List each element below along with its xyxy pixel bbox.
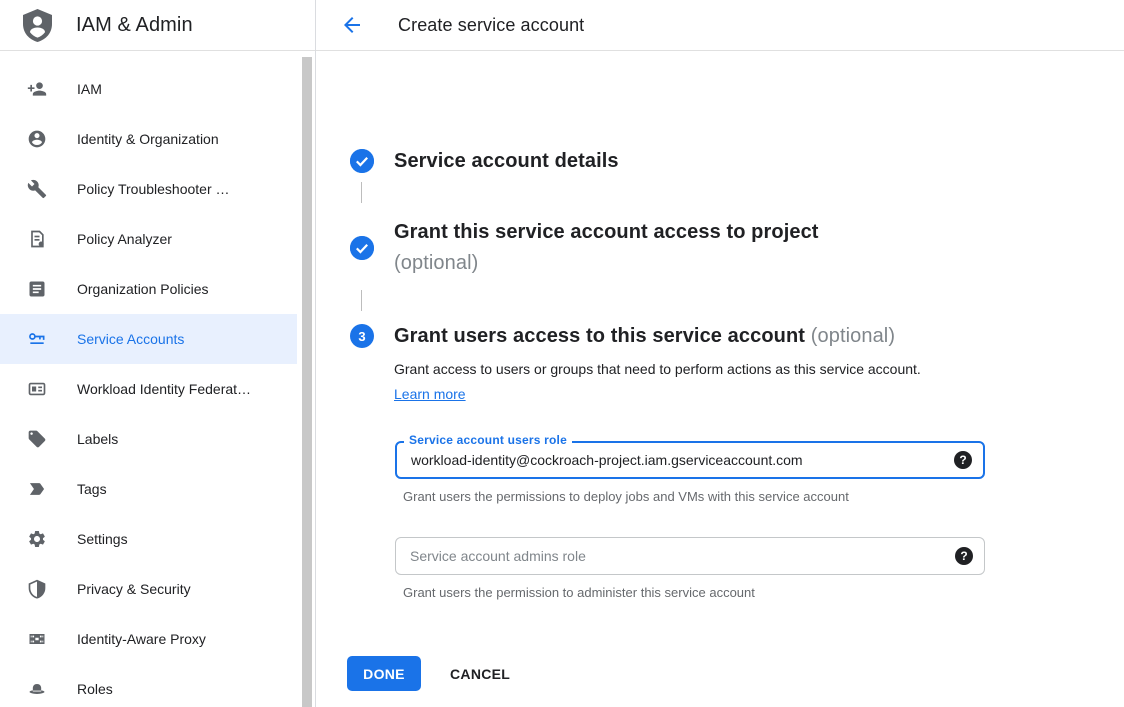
shield-half-icon — [27, 579, 47, 599]
tag-icon — [27, 429, 47, 449]
sidebar-item-privacy-security[interactable]: Privacy & Security — [0, 564, 315, 614]
sidebar-item-tags[interactable]: Tags — [0, 464, 315, 514]
step3-title-text: Grant users access to this service accou… — [394, 325, 805, 347]
sidebar: IAM & Admin IAM Identity & Organization — [0, 0, 316, 707]
sidebar-item-label: Policy Analyzer — [77, 231, 172, 247]
step1-title: Service account details — [394, 146, 619, 177]
sidebar-item-roles[interactable]: Roles — [0, 664, 315, 707]
sidebar-nav: IAM Identity & Organization Policy Troub… — [0, 51, 315, 707]
sidebar-item-label: Policy Troubleshooter … — [77, 181, 230, 197]
step-connector — [361, 290, 362, 311]
users-role-input[interactable] — [397, 443, 983, 477]
sidebar-item-label: Privacy & Security — [77, 581, 191, 597]
learn-more-link[interactable]: Learn more — [394, 386, 466, 402]
gcp-console: IAM & Admin IAM Identity & Organization — [0, 0, 1124, 707]
sidebar-item-workload-identity-federation[interactable]: Workload Identity Federat… — [0, 364, 315, 414]
wrench-icon — [27, 179, 47, 199]
iam-admin-shield-icon — [21, 8, 54, 43]
step3-title: Grant users access to this service accou… — [394, 321, 1034, 352]
sidebar-item-labels[interactable]: Labels — [0, 414, 315, 464]
gear-icon — [27, 529, 47, 549]
step3-description: Grant access to users or groups that nee… — [394, 357, 960, 407]
sidebar-item-label: Identity & Organization — [77, 131, 219, 147]
robot-key-icon — [27, 329, 47, 349]
back-button[interactable] — [340, 13, 364, 37]
sidebar-scrollbar[interactable] — [302, 57, 312, 707]
sidebar-item-label: Workload Identity Federat… — [77, 381, 251, 397]
document-gear-icon — [27, 229, 47, 249]
sidebar-item-settings[interactable]: Settings — [0, 514, 315, 564]
users-role-helper-text: Grant users the permissions to deploy jo… — [403, 489, 849, 504]
admins-role-helper-text: Grant users the permission to administer… — [403, 585, 755, 600]
help-icon[interactable]: ? — [955, 547, 973, 565]
sidebar-item-label: Roles — [77, 681, 113, 697]
users-role-field-wrapper: Service account users role ? — [395, 441, 985, 479]
sidebar-item-identity-aware-proxy[interactable]: Identity-Aware Proxy — [0, 614, 315, 664]
done-button[interactable]: DONE — [347, 656, 421, 691]
step3-optional-text: (optional) — [811, 325, 895, 347]
sidebar-item-identity-organization[interactable]: Identity & Organization — [0, 114, 315, 164]
wizard-actions: DONE CANCEL — [347, 656, 510, 691]
step1-title-text: Service account details — [394, 150, 619, 172]
sidebar-item-policy-analyzer[interactable]: Policy Analyzer — [0, 214, 315, 264]
page-title: Create service account — [398, 15, 584, 36]
article-icon — [27, 279, 47, 299]
step2-check-icon — [350, 236, 374, 260]
sidebar-item-label: Tags — [77, 481, 107, 497]
account-circle-icon — [27, 129, 47, 149]
hat-icon — [27, 679, 47, 699]
step3-number-badge: 3 — [350, 324, 374, 348]
badge-card-icon — [27, 379, 47, 399]
sidebar-item-label: Settings — [77, 531, 128, 547]
step3-description-text: Grant access to users or groups that nee… — [394, 361, 921, 377]
help-icon[interactable]: ? — [954, 451, 972, 469]
cancel-button[interactable]: CANCEL — [450, 666, 510, 682]
arrow-back-icon — [340, 13, 364, 37]
main-panel: Create service account Service account d… — [316, 0, 1124, 707]
step2-title: Grant this service account access to pro… — [394, 217, 994, 279]
person-add-icon — [27, 79, 47, 99]
sidebar-item-iam[interactable]: IAM — [0, 64, 315, 114]
sidebar-item-label: Organization Policies — [77, 281, 209, 297]
product-title: IAM & Admin — [76, 14, 193, 37]
sidebar-item-label: Labels — [77, 431, 118, 447]
sidebar-item-policy-troubleshooter[interactable]: Policy Troubleshooter … — [0, 164, 315, 214]
page-header: Create service account — [316, 0, 1124, 51]
sidebar-item-label: Identity-Aware Proxy — [77, 631, 206, 647]
sidebar-header: IAM & Admin — [0, 0, 315, 51]
sidebar-item-label: IAM — [77, 81, 102, 97]
step3-number: 3 — [358, 329, 365, 344]
step2-optional-text: (optional) — [394, 248, 994, 279]
step-connector — [361, 182, 362, 203]
sidebar-item-service-accounts[interactable]: Service Accounts — [0, 314, 297, 364]
sidebar-item-organization-policies[interactable]: Organization Policies — [0, 264, 315, 314]
admins-role-input[interactable] — [396, 538, 984, 574]
proxy-icon — [27, 629, 47, 649]
sidebar-item-label: Service Accounts — [77, 331, 184, 347]
admins-role-field-wrapper: ? — [395, 537, 985, 575]
step1-check-icon — [350, 149, 374, 173]
step2-title-text: Grant this service account access to pro… — [394, 221, 819, 243]
label-important-icon — [27, 479, 47, 499]
